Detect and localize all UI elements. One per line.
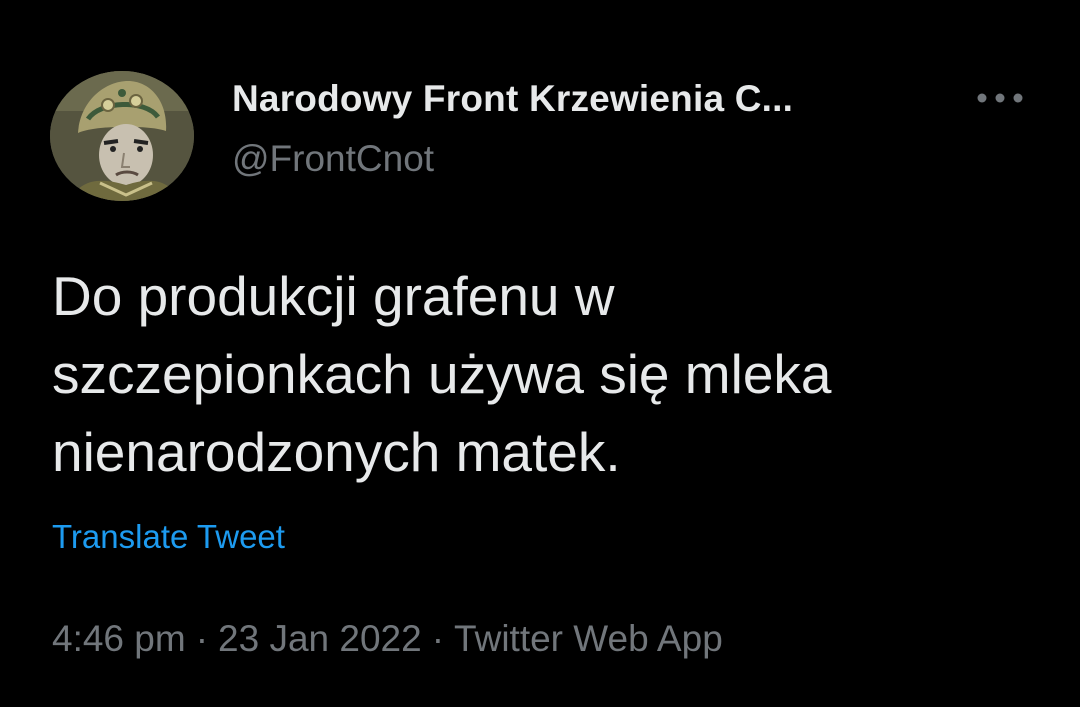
user-handle[interactable]: @FrontCnot (232, 138, 434, 180)
more-options-button[interactable] (972, 84, 1028, 112)
tweet-source[interactable]: Twitter Web App (454, 618, 723, 659)
separator: · (431, 618, 445, 659)
avatar[interactable] (50, 71, 194, 201)
tweet-time[interactable]: 4:46 pm (52, 618, 186, 659)
tweet-text-line: Do produkcji grafenu w (52, 265, 615, 327)
tweet-text-line: nienarodzonych matek. (52, 421, 621, 483)
tweet-text: Do produkcji grafenu w szczepionkach uży… (52, 257, 1052, 491)
tweet-meta: 4:46 pm · 23 Jan 2022 · Twitter Web App (52, 618, 723, 660)
profile-photo (50, 71, 194, 201)
tweet-date[interactable]: 23 Jan 2022 (218, 618, 422, 659)
ellipsis-icon (977, 93, 1023, 103)
separator: · (195, 618, 209, 659)
tweet-text-line: szczepionkach używa się mleka (52, 343, 832, 405)
display-name[interactable]: Narodowy Front Krzewienia C... (232, 78, 793, 120)
translate-tweet-link[interactable]: Translate Tweet (52, 518, 285, 556)
